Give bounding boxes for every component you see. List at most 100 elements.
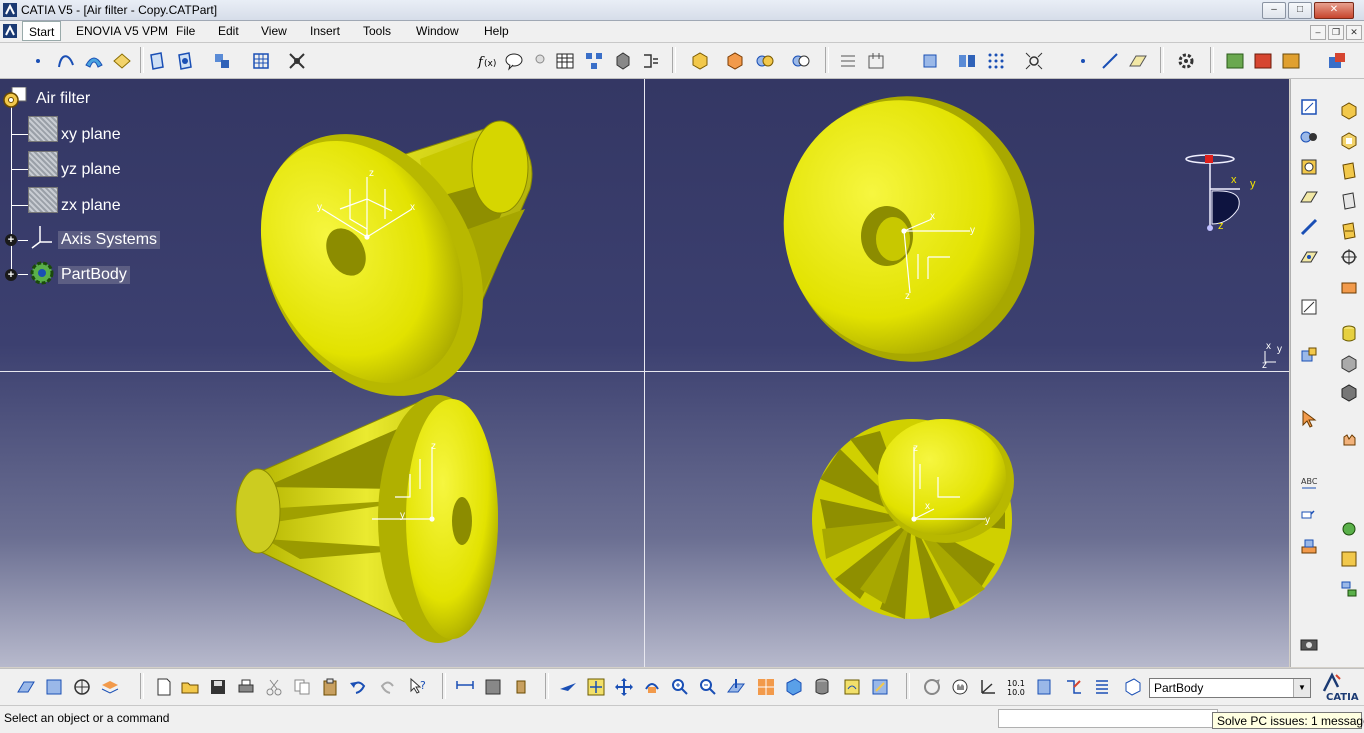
list-icon[interactable] [1092,677,1112,697]
stiffener-icon[interactable] [1299,217,1319,237]
front-view-part[interactable]: x y z [764,79,1055,382]
new-document-icon[interactable] [154,677,174,697]
menu-view[interactable]: View [261,24,287,38]
formula-icon[interactable]: f (x) [477,51,497,71]
view-mode-icon[interactable] [920,51,940,71]
apply-material-icon[interactable] [1253,51,1273,71]
compass-widget[interactable]: x y z [1185,154,1256,232]
pattern-icon[interactable] [1299,247,1319,267]
flag-note-icon[interactable] [1299,506,1319,526]
mdi-restore-button[interactable]: ❐ [1328,25,1344,40]
shading-icon[interactable] [812,677,832,697]
compass-red-handle[interactable] [1205,155,1213,163]
3d-annotation-icon[interactable] [1299,537,1319,557]
analysis-icon[interactable] [1339,354,1359,374]
cylinder-icon[interactable] [1339,324,1359,344]
document-icon[interactable] [3,24,17,38]
layer-icon[interactable] [100,677,120,697]
tolerancing-icon[interactable] [1064,677,1084,697]
menu-start[interactable]: Start [22,21,62,41]
design-table-icon[interactable] [555,51,575,71]
pad-icon[interactable] [1339,101,1359,121]
rib-icon[interactable] [1299,187,1319,207]
capture-camera-icon[interactable] [1299,634,1319,654]
multi-view-toggle-icon[interactable] [756,677,776,697]
menu-enovia[interactable]: ENOVIA V5 VPM [76,24,168,38]
assembly-icon[interactable] [212,51,232,71]
remove-icon[interactable] [791,51,811,71]
minimize-button[interactable]: – [1262,2,1286,19]
fill-icon[interactable] [112,51,132,71]
menu-insert[interactable]: Insert [310,24,340,38]
mdi-minimize-button[interactable]: – [1310,25,1326,40]
comment-icon[interactable] [504,51,524,71]
multi-view-icon[interactable] [957,51,977,71]
workbench-icon[interactable] [1327,51,1347,71]
multi-section-icon[interactable] [1339,221,1359,241]
hand-icon[interactable] [1339,429,1359,449]
manipulation-icon[interactable] [950,677,970,697]
thickness-icon[interactable] [1339,277,1359,297]
print-icon[interactable] [236,677,256,697]
shaft-icon[interactable] [1339,161,1359,181]
zoom-in-icon[interactable] [670,677,690,697]
scale-icon[interactable]: 10.110.0 [1006,677,1026,697]
save-icon[interactable] [208,677,228,697]
boolean-icon[interactable] [755,51,775,71]
constraint-icon[interactable] [287,51,307,71]
points-grid-icon[interactable] [986,51,1006,71]
joint-icon[interactable] [1299,127,1319,147]
rotate-icon[interactable] [642,677,662,697]
snap-icon[interactable] [866,51,886,71]
swap-visible-space-icon[interactable] [870,677,890,697]
section-icon[interactable] [1034,677,1054,697]
geometry-viewport[interactable]: Air filter xy plane yz plane zx plane + … [0,79,1289,667]
notification-tooltip[interactable]: Solve PC issues: 1 message [1212,712,1364,729]
normal-view-icon[interactable] [726,677,746,697]
axis-tool-icon[interactable] [978,677,998,697]
command-input[interactable] [998,709,1218,728]
bottom-view-part[interactable]: x y z [812,419,1014,619]
parameters-icon[interactable] [1339,549,1359,569]
menu-file[interactable]: File [176,24,195,38]
zoom-out-icon[interactable] [698,677,718,697]
measure-item-icon[interactable] [483,677,503,697]
draft-icon[interactable] [1299,297,1319,317]
menu-tools[interactable]: Tools [363,24,391,38]
mdi-close-button[interactable]: ✕ [1346,25,1362,40]
table-icon[interactable] [251,51,271,71]
relations-icon[interactable] [1339,579,1359,599]
reaction-icon[interactable] [641,51,661,71]
publication-icon[interactable] [1339,519,1359,539]
cube-view-icon[interactable] [1122,677,1142,697]
menu-help[interactable]: Help [484,24,509,38]
measure-inertia-icon[interactable] [511,677,531,697]
pad-view-icon[interactable] [147,51,167,71]
point-icon[interactable] [28,51,48,71]
current-body-dropdown[interactable]: PartBody ▼ [1149,678,1311,698]
menu-window[interactable]: Window [416,24,459,38]
fit-all-icon[interactable] [1024,51,1044,71]
isometric-view-part[interactable]: z y x [217,95,533,434]
spline-icon[interactable] [56,51,76,71]
update-icon[interactable] [922,677,942,697]
surface-icon[interactable] [44,677,64,697]
extrude-surface-icon[interactable] [84,51,104,71]
sketch-icon[interactable] [1299,97,1319,117]
cut-icon[interactable] [264,677,284,697]
undo-icon[interactable] [348,677,368,697]
reference-element-icon[interactable] [1339,247,1359,267]
sketch-plane-icon[interactable] [16,677,36,697]
select-arrow-icon[interactable] [1299,409,1319,429]
light-icon[interactable] [530,51,550,71]
slot-icon[interactable] [1339,191,1359,211]
grid-icon[interactable] [838,51,858,71]
measure-between-icon[interactable] [455,677,475,697]
copy-icon[interactable] [292,677,312,697]
pocket-view-icon[interactable] [175,51,195,71]
side-view-part[interactable]: y z [235,395,498,643]
pocket-icon[interactable] [1339,131,1359,151]
hole-icon[interactable] [1299,157,1319,177]
part-body-icon[interactable] [690,51,710,71]
close-button[interactable]: ✕ [1314,2,1354,19]
